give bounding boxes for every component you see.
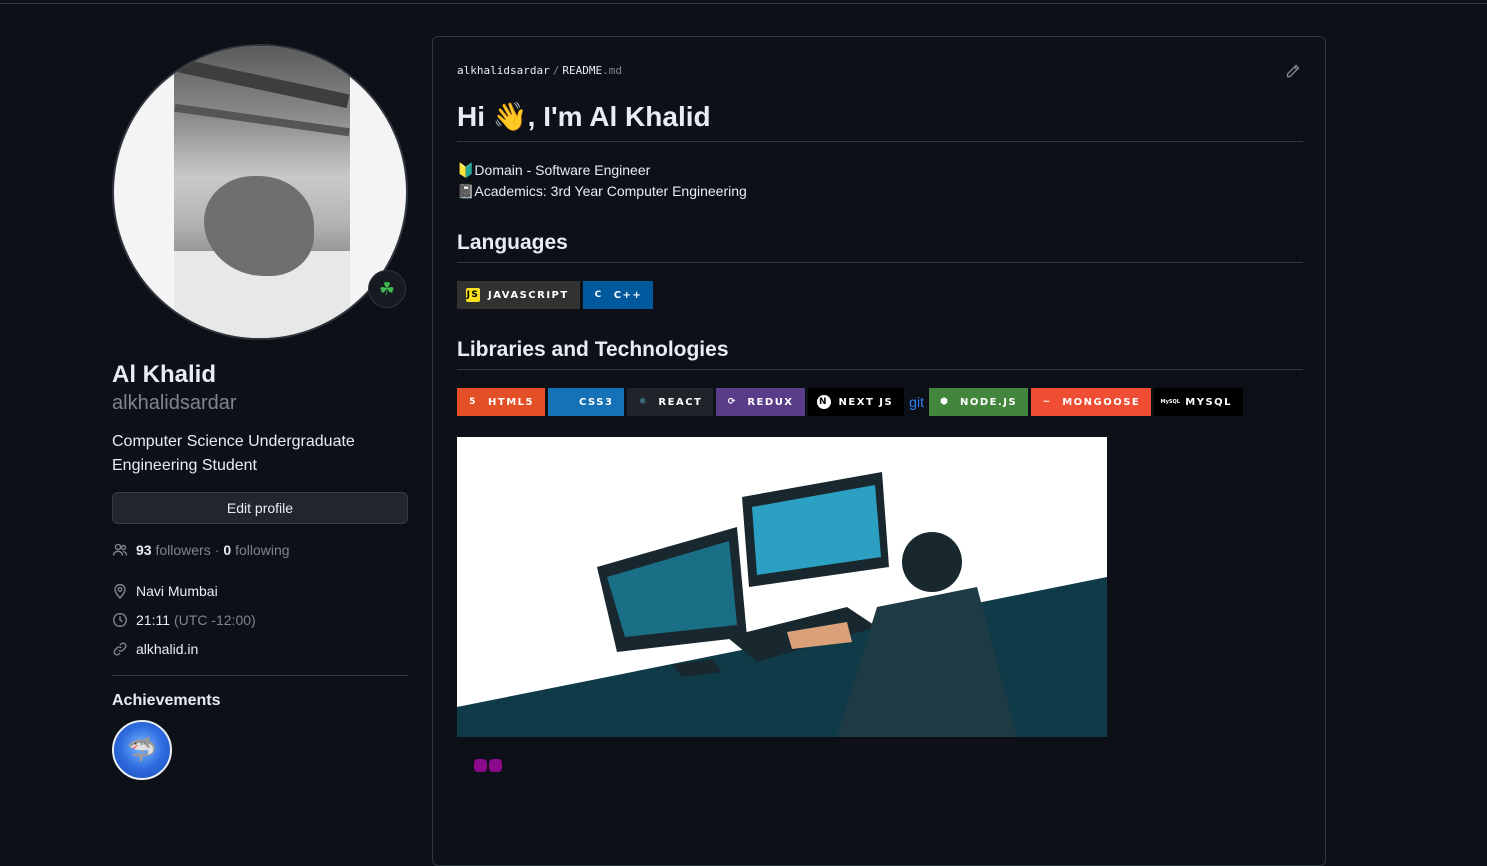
mongoose-logo-icon: ~ xyxy=(1040,395,1055,409)
libraries-heading: Libraries and Technologies xyxy=(457,335,1303,370)
following-link[interactable]: 0 following xyxy=(223,542,289,558)
badge-label: REACT xyxy=(658,396,703,408)
badge-c-[interactable]: C C++ xyxy=(582,281,654,309)
website-row: alkhalid.in xyxy=(112,634,408,663)
badge-redux[interactable]: ⟳ REDUX xyxy=(716,388,805,416)
badge-react[interactable]: ⚛ REACT xyxy=(627,388,714,416)
time-row: 21:11 (UTC -12:00) xyxy=(112,605,408,634)
badge-label: NODE.JS xyxy=(959,396,1018,408)
badge-css3[interactable]: CSS3 xyxy=(547,388,625,416)
profile-bio: Computer Science Undergraduate Engineeri… xyxy=(112,430,408,478)
bio-line: Engineering Student xyxy=(112,457,257,474)
badge-label: HTML5 xyxy=(488,396,534,408)
avatar[interactable] xyxy=(112,44,408,340)
javascript-logo-icon: JS xyxy=(466,288,480,302)
website-link[interactable]: alkhalid.in xyxy=(136,641,198,657)
readme-card: alkhalidsardar / README.md Hi 👋, I'm Al Kh… xyxy=(432,36,1326,866)
pencil-icon[interactable] xyxy=(1285,63,1301,79)
readme-breadcrumb: alkhalidsardar / README.md xyxy=(457,64,622,77)
languages-badges: JS JAVASCRIPT C C++ xyxy=(457,281,1303,309)
libraries-badges: 5 HTML5 CSS3 ⚛ REACT ⟳ REDUX N NEXT JS git ⬢ NODE.J… xyxy=(457,388,1303,416)
location-pin-icon xyxy=(112,583,128,599)
badge-mysql[interactable]: MySQL MYSQL xyxy=(1154,388,1244,416)
link-icon xyxy=(112,641,128,657)
avatar-container: ☘ xyxy=(112,44,408,340)
badge-label: MONGOOSE xyxy=(1062,396,1141,408)
profile-login: alkhalidsardar xyxy=(112,392,237,414)
c--logo-icon: C xyxy=(591,288,606,302)
git-text-link[interactable]: git xyxy=(909,394,924,410)
profile-name: Al Khalid xyxy=(112,361,217,388)
breadcrumb-extension: .md xyxy=(602,64,622,77)
decorative-dots xyxy=(474,759,1303,772)
dot-separator: · xyxy=(214,542,220,558)
domain-line: 🔰Domain - Software Engineer xyxy=(457,162,651,178)
badge-javascript[interactable]: JS JAVASCRIPT xyxy=(457,281,580,309)
academics-line: 📓Academics: 3rd Year Computer Engineerin… xyxy=(457,183,747,199)
badge-label: REDUX xyxy=(747,396,794,408)
badge-node-js[interactable]: ⬢ NODE.JS xyxy=(928,388,1029,416)
next-js-logo-icon: N xyxy=(816,395,831,409)
mysql-logo-icon: MySQL xyxy=(1161,395,1180,409)
html5-logo-icon: 5 xyxy=(466,395,480,409)
languages-heading: Languages xyxy=(457,228,1303,263)
shark-badge-icon: 🦈 xyxy=(127,736,157,764)
clock-icon xyxy=(112,612,128,628)
avatar-photo xyxy=(174,46,350,338)
readme-title: Hi 👋, I'm Al Khalid xyxy=(457,95,1303,142)
profile-sidebar: ☘ Al Khalid alkhalidsardar Computer Scie… xyxy=(112,44,408,780)
profile-details: Navi Mumbai 21:11 (UTC -12:00) alkhalid.… xyxy=(112,576,408,663)
badge-label: JAVASCRIPT xyxy=(488,289,569,301)
badge-label: C++ xyxy=(613,289,643,301)
badge-label: MYSQL xyxy=(1185,396,1233,408)
badge-mongoose[interactable]: ~ MONGOOSE xyxy=(1031,388,1152,416)
breadcrumb-file-link[interactable]: README xyxy=(562,64,602,77)
node-js-logo-icon: ⬢ xyxy=(937,395,952,409)
edit-profile-button[interactable]: Edit profile xyxy=(112,492,408,524)
badge-label: NEXT JS xyxy=(838,396,894,408)
badge-label: CSS3 xyxy=(578,396,614,408)
achievement-badge[interactable]: 🦈 xyxy=(112,720,172,780)
sidebar-divider xyxy=(112,675,408,676)
followers-link[interactable]: 93 followers xyxy=(136,542,211,558)
follow-stats: 93 followers · 0 following xyxy=(112,542,408,558)
breadcrumb-separator: / xyxy=(552,64,560,77)
breadcrumb-user-link[interactable]: alkhalidsardar xyxy=(457,64,550,77)
badge-next-js[interactable]: N NEXT JS xyxy=(807,388,905,416)
location-text: Navi Mumbai xyxy=(136,582,218,599)
people-icon xyxy=(112,542,128,558)
achievements-heading: Achievements xyxy=(112,692,221,709)
redux-logo-icon: ⟳ xyxy=(725,395,740,409)
bio-line: Computer Science Undergraduate xyxy=(112,433,355,450)
developer-illustration xyxy=(457,437,1107,737)
intro-lines: 🔰Domain - Software Engineer 📓Academics: … xyxy=(457,160,1303,202)
readme-content: Hi 👋, I'm Al Khalid 🔰Domain - Software E… xyxy=(457,95,1303,772)
top-divider xyxy=(0,3,1487,4)
location-row: Navi Mumbai xyxy=(112,576,408,605)
badge-html5[interactable]: 5 HTML5 xyxy=(457,388,545,416)
react-logo-icon: ⚛ xyxy=(636,395,651,409)
local-time: 21:11 xyxy=(136,611,170,628)
timezone-text: (UTC -12:00) xyxy=(174,611,256,628)
shamrock-icon: ☘ xyxy=(378,278,396,299)
css3-logo-icon xyxy=(556,395,571,409)
status-emoji-button[interactable]: ☘ xyxy=(368,270,406,308)
